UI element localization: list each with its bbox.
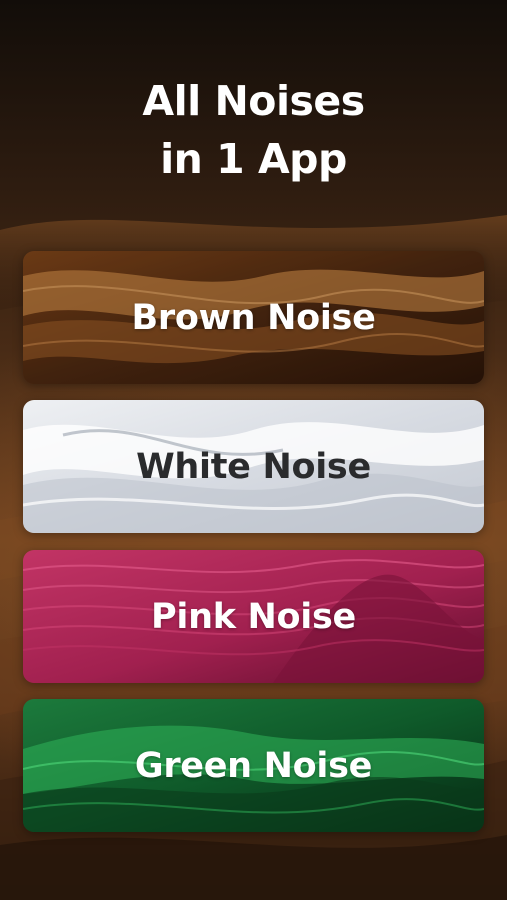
- white-noise-label: White Noise: [136, 446, 371, 487]
- headline-line-2: in 1 App: [160, 135, 347, 183]
- headline: All Noises in 1 App: [0, 72, 507, 188]
- white-noise-card[interactable]: White Noise: [23, 400, 484, 533]
- pink-noise-label: Pink Noise: [151, 596, 356, 637]
- brown-noise-label: Brown Noise: [131, 297, 376, 338]
- pink-noise-card[interactable]: Pink Noise: [23, 550, 484, 683]
- brown-noise-card[interactable]: Brown Noise: [23, 251, 484, 384]
- headline-line-1: All Noises: [142, 77, 365, 125]
- green-noise-label: Green Noise: [134, 745, 373, 786]
- green-noise-card[interactable]: Green Noise: [23, 699, 484, 832]
